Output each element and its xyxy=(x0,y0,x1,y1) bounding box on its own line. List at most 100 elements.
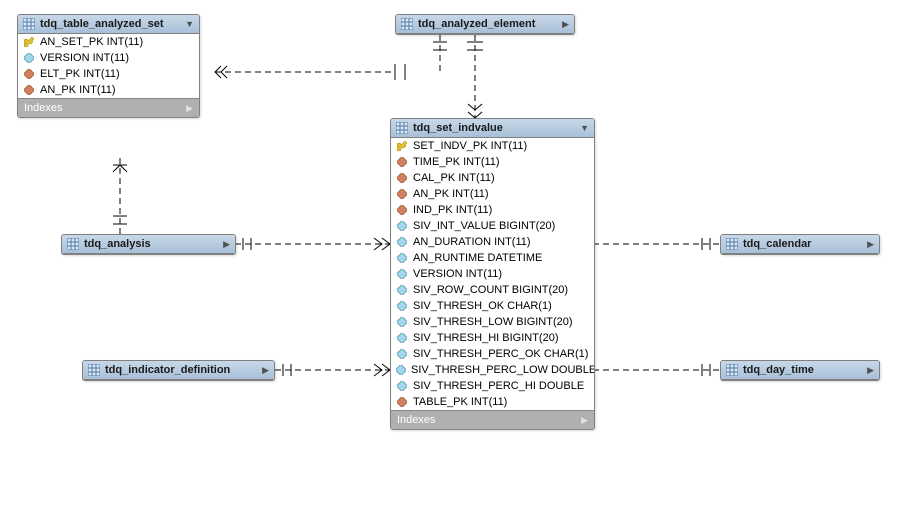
table-icon xyxy=(401,18,413,30)
column-label: CAL_PK INT(11) xyxy=(413,172,495,184)
indexes-section[interactable]: Indexes ▶ xyxy=(391,410,594,429)
column-icon xyxy=(396,332,408,344)
entity-header[interactable]: tdq_analyzed_element ▶ xyxy=(396,15,574,34)
expand-icon[interactable]: ▶ xyxy=(562,19,569,30)
column-row: AN_SET_PK INT(11) xyxy=(18,34,199,50)
column-label: SIV_THRESH_OK CHAR(1) xyxy=(413,300,552,312)
column-icon xyxy=(396,268,408,280)
column-label: TABLE_PK INT(11) xyxy=(413,396,507,408)
entity-title: tdq_indicator_definition xyxy=(105,364,258,376)
column-row: TIME_PK INT(11) xyxy=(391,154,594,170)
column-row: SIV_INT_VALUE BIGINT(20) xyxy=(391,218,594,234)
column-label: ELT_PK INT(11) xyxy=(40,68,120,80)
table-icon xyxy=(23,18,35,30)
foreign-key-icon xyxy=(23,84,35,96)
entity-tdq-calendar[interactable]: tdq_calendar ▶ xyxy=(720,234,880,255)
table-icon xyxy=(67,238,79,250)
indexes-label: Indexes xyxy=(397,414,436,426)
column-label: SIV_INT_VALUE BIGINT(20) xyxy=(413,220,555,232)
column-icon xyxy=(396,300,408,312)
entity-title: tdq_set_indvalue xyxy=(413,122,576,134)
column-label: SIV_THRESH_HI BIGINT(20) xyxy=(413,332,558,344)
column-row: AN_DURATION INT(11) xyxy=(391,234,594,250)
column-icon xyxy=(396,252,408,264)
column-row: CAL_PK INT(11) xyxy=(391,170,594,186)
expand-icon[interactable]: ▶ xyxy=(262,365,269,376)
column-label: AN_RUNTIME DATETIME xyxy=(413,252,542,264)
table-icon xyxy=(396,122,408,134)
column-icon xyxy=(396,364,406,376)
column-row: SIV_THRESH_PERC_HI DOUBLE xyxy=(391,378,594,394)
column-label: SET_INDV_PK INT(11) xyxy=(413,140,527,152)
column-row: SIV_THRESH_PERC_LOW DOUBLE xyxy=(391,362,594,378)
collapse-icon[interactable]: ▼ xyxy=(580,123,589,133)
foreign-key-icon xyxy=(396,188,408,200)
column-label: VERSION INT(11) xyxy=(413,268,502,280)
column-label: IND_PK INT(11) xyxy=(413,204,492,216)
entity-columns: SET_INDV_PK INT(11) TIME_PK INT(11) CAL_PK… xyxy=(391,138,594,410)
indexes-section[interactable]: Indexes ▶ xyxy=(18,98,199,117)
entity-tdq-day-time[interactable]: tdq_day_time ▶ xyxy=(720,360,880,381)
column-label: AN_SET_PK INT(11) xyxy=(40,36,143,48)
column-label: SIV_THRESH_PERC_OK CHAR(1) xyxy=(413,348,588,360)
entity-title: tdq_analysis xyxy=(84,238,219,250)
column-row: SIV_THRESH_OK CHAR(1) xyxy=(391,298,594,314)
column-icon xyxy=(396,220,408,232)
column-row: SIV_THRESH_LOW BIGINT(20) xyxy=(391,314,594,330)
table-icon xyxy=(88,364,100,376)
column-row: ELT_PK INT(11) xyxy=(18,66,199,82)
column-row: AN_PK INT(11) xyxy=(391,186,594,202)
chevron-right-icon: ▶ xyxy=(581,415,588,426)
column-row: VERSION INT(11) xyxy=(18,50,199,66)
column-label: AN_PK INT(11) xyxy=(40,84,116,96)
expand-icon[interactable]: ▶ xyxy=(867,239,874,250)
column-icon xyxy=(396,236,408,248)
column-row: TABLE_PK INT(11) xyxy=(391,394,594,410)
column-label: SIV_THRESH_LOW BIGINT(20) xyxy=(413,316,573,328)
entity-columns: AN_SET_PK INT(11) VERSION INT(11) ELT_PK I… xyxy=(18,34,199,98)
entity-tdq-analysis[interactable]: tdq_analysis ▶ xyxy=(61,234,236,255)
primary-key-icon xyxy=(23,36,35,48)
collapse-icon[interactable]: ▼ xyxy=(185,19,194,29)
column-icon xyxy=(23,52,35,64)
entity-tdq-table-analyzed-set[interactable]: tdq_table_analyzed_set ▼ AN_SET_PK INT(1… xyxy=(17,14,200,118)
entity-title: tdq_analyzed_element xyxy=(418,18,558,30)
entity-tdq-indicator-definition[interactable]: tdq_indicator_definition ▶ xyxy=(82,360,275,381)
foreign-key-icon xyxy=(396,172,408,184)
primary-key-icon xyxy=(396,140,408,152)
foreign-key-icon xyxy=(396,396,408,408)
column-label: SIV_THRESH_PERC_HI DOUBLE xyxy=(413,380,584,392)
column-row: VERSION INT(11) xyxy=(391,266,594,282)
entity-header[interactable]: tdq_calendar ▶ xyxy=(721,235,879,254)
entity-title: tdq_day_time xyxy=(743,364,863,376)
entity-header[interactable]: tdq_indicator_definition ▶ xyxy=(83,361,274,380)
expand-icon[interactable]: ▶ xyxy=(223,239,230,250)
column-row: AN_RUNTIME DATETIME xyxy=(391,250,594,266)
entity-header[interactable]: tdq_set_indvalue ▼ xyxy=(391,119,594,138)
column-label: AN_DURATION INT(11) xyxy=(413,236,531,248)
column-icon xyxy=(396,284,408,296)
table-icon xyxy=(726,364,738,376)
foreign-key-icon xyxy=(23,68,35,80)
column-icon xyxy=(396,380,408,392)
column-icon xyxy=(396,316,408,328)
entity-header[interactable]: tdq_analysis ▶ xyxy=(62,235,235,254)
entity-header[interactable]: tdq_day_time ▶ xyxy=(721,361,879,380)
column-row: SIV_THRESH_HI BIGINT(20) xyxy=(391,330,594,346)
entity-header[interactable]: tdq_table_analyzed_set ▼ xyxy=(18,15,199,34)
table-icon xyxy=(726,238,738,250)
expand-icon[interactable]: ▶ xyxy=(867,365,874,376)
column-label: TIME_PK INT(11) xyxy=(413,156,500,168)
column-label: SIV_ROW_COUNT BIGINT(20) xyxy=(413,284,568,296)
entity-tdq-set-indvalue[interactable]: tdq_set_indvalue ▼ SET_INDV_PK INT(11) TI… xyxy=(390,118,595,430)
column-row: IND_PK INT(11) xyxy=(391,202,594,218)
column-row: SIV_THRESH_PERC_OK CHAR(1) xyxy=(391,346,594,362)
column-row: AN_PK INT(11) xyxy=(18,82,199,98)
entity-tdq-analyzed-element[interactable]: tdq_analyzed_element ▶ xyxy=(395,14,575,35)
entity-title: tdq_calendar xyxy=(743,238,863,250)
column-label: AN_PK INT(11) xyxy=(413,188,489,200)
column-row: SIV_ROW_COUNT BIGINT(20) xyxy=(391,282,594,298)
column-row: SET_INDV_PK INT(11) xyxy=(391,138,594,154)
chevron-right-icon: ▶ xyxy=(186,103,193,114)
foreign-key-icon xyxy=(396,156,408,168)
